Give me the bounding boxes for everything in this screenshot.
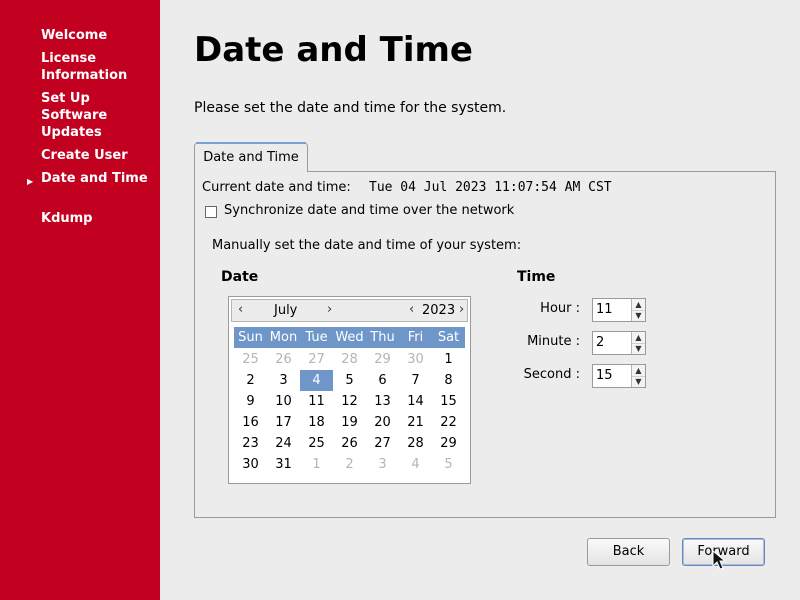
second-stepper-arrows[interactable]: ▲ ▼ xyxy=(631,365,645,387)
calendar-day[interactable]: 7 xyxy=(399,370,432,391)
sidebar-item-license-information[interactable]: License Information xyxy=(41,50,156,84)
page-title: Date and Time xyxy=(194,30,473,70)
sync-label[interactable]: Synchronize date and time over the netwo… xyxy=(224,203,514,218)
calendar-day[interactable]: 10 xyxy=(267,391,300,412)
instruction-text: Please set the date and time for the sys… xyxy=(194,100,507,116)
weekday-label: Sat xyxy=(437,330,460,345)
tab-active-indicator xyxy=(196,142,306,144)
sidebar-item-create-user[interactable]: Create User xyxy=(41,147,156,164)
weekday-header: Sun Mon Tue Wed Thu Fri Sat xyxy=(234,327,465,348)
calendar-day[interactable]: 2 xyxy=(234,370,267,391)
sidebar: Welcome License Information Set Up Softw… xyxy=(0,0,160,600)
month-name: July xyxy=(274,303,298,318)
calendar-day[interactable]: 25 xyxy=(300,433,333,454)
calendar-day[interactable]: 17 xyxy=(267,412,300,433)
calendar-day[interactable]: 4 xyxy=(300,370,333,391)
second-value[interactable]: 15 xyxy=(596,367,613,385)
year-name: 2023 xyxy=(422,303,456,318)
calendar-day[interactable]: 3 xyxy=(267,370,300,391)
back-button[interactable]: Back xyxy=(587,538,670,566)
next-year-icon[interactable]: › xyxy=(459,302,464,318)
date-heading: Date xyxy=(221,269,259,285)
calendar-day[interactable]: 20 xyxy=(366,412,399,433)
sync-checkbox[interactable] xyxy=(205,206,217,218)
previous-month-icon[interactable]: ‹ xyxy=(238,302,243,318)
weekday-label: Wed xyxy=(335,330,364,345)
calendar-day[interactable]: 29 xyxy=(366,349,399,370)
second-label: Second : xyxy=(523,367,580,382)
weekday-label: Fri xyxy=(407,330,424,345)
calendar-day[interactable]: 29 xyxy=(432,433,465,454)
calendar-day[interactable]: 22 xyxy=(432,412,465,433)
weekday-label: Thu xyxy=(370,330,395,345)
calendar-day[interactable]: 16 xyxy=(234,412,267,433)
calendar-day[interactable]: 4 xyxy=(399,454,432,475)
weekday-label: Mon xyxy=(269,330,298,345)
current-date-label: Current date and time: xyxy=(202,180,351,195)
mouse-pointer-icon xyxy=(712,550,726,570)
calendar-day[interactable]: 13 xyxy=(366,391,399,412)
sidebar-item-welcome[interactable]: Welcome xyxy=(41,27,156,44)
calendar-day[interactable]: 26 xyxy=(333,433,366,454)
calendar-day[interactable]: 2 xyxy=(333,454,366,475)
calendar-day[interactable]: 24 xyxy=(267,433,300,454)
weekday-label: Sun xyxy=(238,330,263,345)
current-date-value: Tue 04 Jul 2023 11:07:54 AM CST xyxy=(369,180,612,195)
calendar-day[interactable]: 3 xyxy=(366,454,399,475)
arrow-right-icon: ▶ xyxy=(27,177,34,186)
calendar-day[interactable]: 15 xyxy=(432,391,465,412)
calendar-day[interactable]: 28 xyxy=(333,349,366,370)
chevron-down-icon[interactable]: ▼ xyxy=(632,310,645,321)
chevron-down-icon[interactable]: ▼ xyxy=(632,343,645,354)
calendar-day[interactable]: 1 xyxy=(300,454,333,475)
minute-value[interactable]: 2 xyxy=(596,334,604,352)
calendar-day[interactable]: 11 xyxy=(300,391,333,412)
sidebar-item-date-and-time[interactable]: Date and Time xyxy=(41,170,156,187)
calendar-day[interactable]: 9 xyxy=(234,391,267,412)
calendar-day[interactable]: 23 xyxy=(234,433,267,454)
previous-year-icon[interactable]: ‹ xyxy=(409,302,414,318)
calendar-day[interactable]: 1 xyxy=(432,349,465,370)
sidebar-item-kdump[interactable]: Kdump xyxy=(41,210,156,227)
calendar-day[interactable]: 25 xyxy=(234,349,267,370)
hour-stepper[interactable]: 11 ▲ ▼ xyxy=(592,298,646,322)
calendar-day[interactable]: 27 xyxy=(300,349,333,370)
calendar-day[interactable]: 26 xyxy=(267,349,300,370)
second-stepper[interactable]: 15 ▲ ▼ xyxy=(592,364,646,388)
calendar-day[interactable]: 12 xyxy=(333,391,366,412)
weekday-label: Tue xyxy=(305,330,328,345)
calendar-day[interactable]: 30 xyxy=(234,454,267,475)
calendar-day[interactable]: 18 xyxy=(300,412,333,433)
calendar-day[interactable]: 19 xyxy=(333,412,366,433)
calendar-day[interactable]: 30 xyxy=(399,349,432,370)
minute-label: Minute : xyxy=(527,334,580,349)
calendar-day[interactable]: 14 xyxy=(399,391,432,412)
chevron-down-icon[interactable]: ▼ xyxy=(632,376,645,387)
calendar-day[interactable]: 28 xyxy=(399,433,432,454)
minute-stepper-arrows[interactable]: ▲ ▼ xyxy=(631,332,645,354)
minute-stepper[interactable]: 2 ▲ ▼ xyxy=(592,331,646,355)
calendar-day[interactable]: 27 xyxy=(366,433,399,454)
hour-value[interactable]: 11 xyxy=(596,301,613,319)
next-month-icon[interactable]: › xyxy=(327,302,332,318)
calendar-day[interactable]: 8 xyxy=(432,370,465,391)
hour-label: Hour : xyxy=(540,301,580,316)
calendar-day[interactable]: 6 xyxy=(366,370,399,391)
manual-label: Manually set the date and time of your s… xyxy=(212,238,522,253)
calendar-day[interactable]: 31 xyxy=(267,454,300,475)
time-heading: Time xyxy=(517,269,556,285)
tab-date-and-time[interactable]: Date and Time xyxy=(194,143,308,172)
calendar: ‹ July › ‹ 2023 › Sun Mon Tue Wed Thu Fri Sat … xyxy=(228,296,471,484)
calendar-day[interactable]: 5 xyxy=(432,454,465,475)
calendar-day[interactable]: 5 xyxy=(333,370,366,391)
calendar-navigation: ‹ July › ‹ 2023 › xyxy=(231,299,468,322)
hour-stepper-arrows[interactable]: ▲ ▼ xyxy=(631,299,645,321)
calendar-day[interactable]: 21 xyxy=(399,412,432,433)
sidebar-item-software-updates[interactable]: Set Up Software Updates xyxy=(41,90,156,141)
